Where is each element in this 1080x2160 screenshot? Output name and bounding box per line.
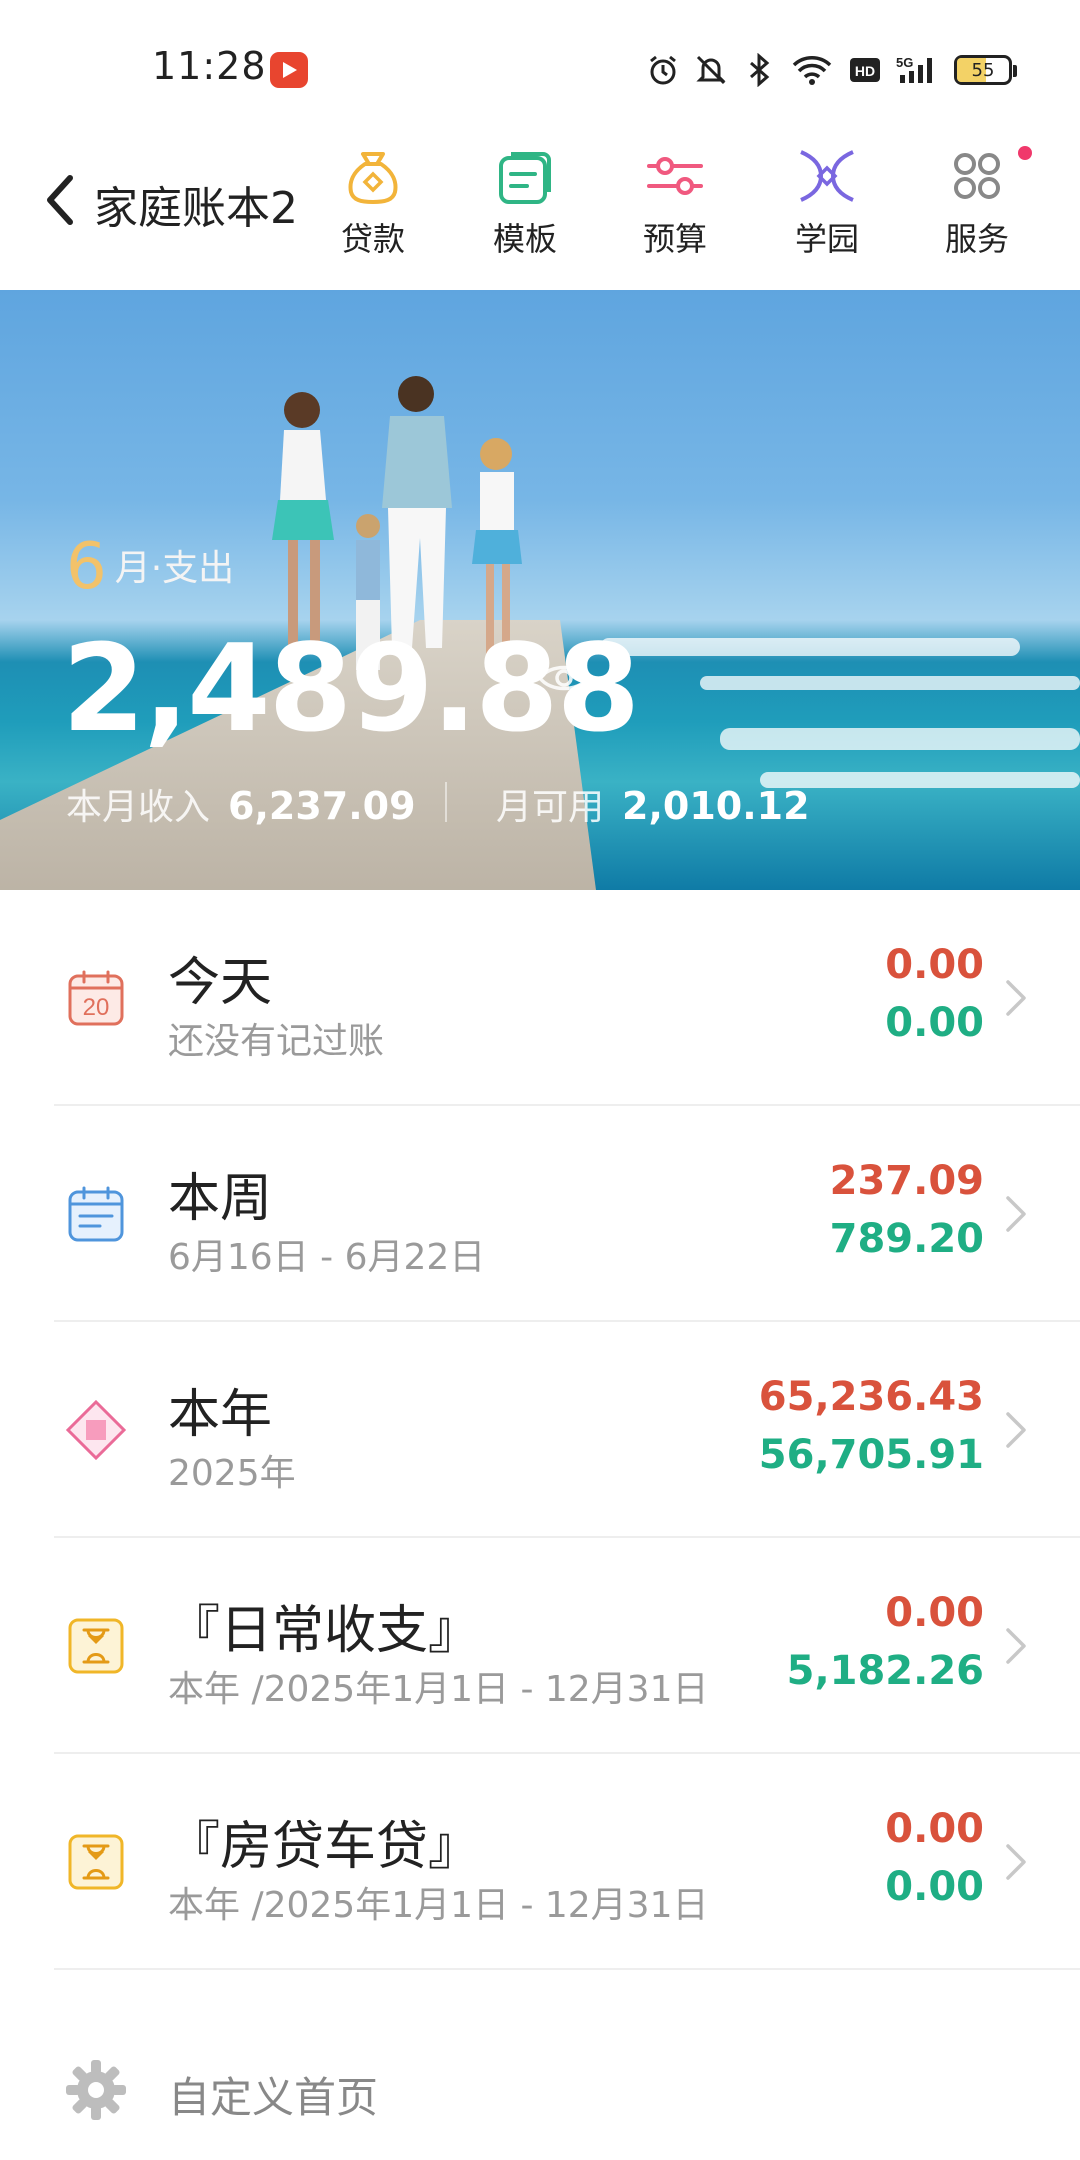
svg-text:HD: HD — [855, 63, 875, 79]
wifi-icon — [790, 53, 834, 87]
services-grid-icon — [945, 144, 1009, 208]
app-header: 家庭账本2 贷款 模板 预算 学园 服务 — [0, 130, 1080, 290]
row-year[interactable]: 本年 2025年 65,236.43 56,705.91 — [0, 1322, 1080, 1538]
month-suffix: 月·支出 — [114, 548, 235, 589]
row-subtitle: 还没有记过账 — [168, 1021, 385, 1062]
hd-icon: HD — [848, 53, 882, 87]
nav-academy-label: 学园 — [794, 220, 859, 258]
status-icons: HD 5G 55 — [646, 48, 1017, 92]
nav-services-button[interactable]: 服务 — [922, 144, 1032, 260]
row-income: 0.00 — [885, 1864, 984, 1910]
row-income: 0.00 — [885, 1000, 984, 1046]
row-expense: 65,236.43 — [758, 1374, 984, 1420]
money-bag-icon — [341, 144, 405, 208]
customize-home-button[interactable]: 自定义首页 — [0, 2040, 1080, 2140]
monthly-income-info: 本月收入 6,237.09 — [66, 778, 416, 830]
chevron-right-icon — [1006, 1628, 1026, 1664]
hourglass-icon — [66, 1616, 126, 1676]
5g-signal-icon: 5G — [896, 53, 940, 87]
row-expense: 0.00 — [885, 942, 984, 988]
row-daily-budget[interactable]: 『日常收支』 本年 /2025年1月1日 - 12月31日 0.00 5,182… — [0, 1538, 1080, 1754]
row-expense: 0.00 — [885, 1590, 984, 1636]
row-title: 本周 — [168, 1169, 273, 1229]
row-title: 『日常收支』 — [168, 1601, 481, 1661]
available-label: 月可用 — [496, 787, 605, 828]
status-time: 11:28 — [152, 44, 267, 88]
row-subtitle: 2025年 — [168, 1453, 296, 1494]
hourglass-icon — [66, 1832, 126, 1892]
row-title: 今天 — [168, 953, 273, 1013]
customize-home-label: 自定义首页 — [168, 2073, 379, 2122]
chevron-right-icon — [1006, 1844, 1026, 1880]
template-icon — [493, 144, 557, 208]
budget-sliders-icon — [643, 144, 707, 208]
row-subtitle: 本年 /2025年1月1日 - 12月31日 — [168, 1885, 709, 1926]
row-expense: 237.09 — [829, 1158, 984, 1204]
svg-text:20: 20 — [83, 994, 110, 1021]
row-week[interactable]: 本周 6月16日 - 6月22日 237.09 789.20 — [0, 1106, 1080, 1322]
battery-icon: 55 — [954, 55, 1017, 85]
chevron-left-icon — [47, 175, 73, 225]
alarm-icon — [646, 53, 680, 87]
nav-services-label: 服务 — [944, 220, 1009, 258]
row-income: 5,182.26 — [786, 1648, 984, 1694]
wave-decoration — [600, 638, 1020, 656]
divider — [445, 782, 447, 822]
account-book-title[interactable]: 家庭账本2 — [94, 172, 298, 236]
wave-decoration — [700, 676, 1080, 690]
row-today[interactable]: 20 今天 还没有记过账 0.00 0.00 — [0, 890, 1080, 1106]
bluetooth-icon — [742, 52, 776, 88]
nav-academy-button[interactable]: 学园 — [772, 144, 882, 260]
row-subtitle: 本年 /2025年1月1日 - 12月31日 — [168, 1669, 709, 1710]
monthly-available-info: 月可用 2,010.12 — [496, 778, 810, 830]
chevron-right-icon — [1006, 1196, 1026, 1232]
row-mortgage-car-loan[interactable]: 『房贷车贷』 本年 /2025年1月1日 - 12月31日 0.00 0.00 — [0, 1754, 1080, 1970]
available-value: 2,010.12 — [622, 784, 810, 828]
back-button[interactable] — [40, 170, 80, 230]
chevron-right-icon — [1006, 1412, 1026, 1448]
row-income: 56,705.91 — [758, 1432, 984, 1478]
academy-icon — [795, 144, 859, 208]
row-title: 本年 — [168, 1385, 273, 1445]
status-bar: 11:28 HD 5G 55 — [0, 0, 1080, 130]
monthly-summary-banner[interactable]: 6 月·支出 2,489.88 本月收入 6,237.09 月可用 2,010.12 — [0, 290, 1080, 890]
wave-decoration — [720, 728, 1080, 750]
chevron-right-icon — [1006, 980, 1026, 1016]
gear-icon — [66, 2060, 126, 2120]
year-diamond-icon — [65, 1399, 127, 1461]
nav-loan-button[interactable]: 贷款 — [318, 144, 428, 260]
svg-text:5G: 5G — [896, 55, 913, 70]
row-title: 『房贷车贷』 — [168, 1817, 481, 1877]
row-income: 789.20 — [829, 1216, 984, 1262]
calendar-20-icon: 20 — [66, 968, 126, 1028]
eye-icon[interactable] — [536, 658, 592, 698]
row-expense: 0.00 — [885, 1806, 984, 1852]
app-notification-icon — [270, 52, 308, 88]
row-divider — [54, 1968, 1080, 1970]
month-expense-label: 6 月·支出 — [66, 530, 234, 604]
nav-template-button[interactable]: 模板 — [470, 144, 580, 260]
nav-loan-label: 贷款 — [340, 220, 405, 258]
nav-budget-button[interactable]: 预算 — [620, 144, 730, 260]
nav-template-label: 模板 — [492, 220, 557, 258]
month-number: 6 — [66, 530, 107, 604]
nav-budget-label: 预算 — [642, 220, 707, 258]
notification-dot — [1018, 146, 1032, 160]
row-subtitle: 6月16日 - 6月22日 — [168, 1237, 486, 1278]
mute-bell-icon — [694, 53, 728, 87]
income-label: 本月收入 — [66, 787, 211, 828]
week-calendar-icon — [66, 1184, 126, 1244]
income-value: 6,237.09 — [228, 784, 416, 828]
